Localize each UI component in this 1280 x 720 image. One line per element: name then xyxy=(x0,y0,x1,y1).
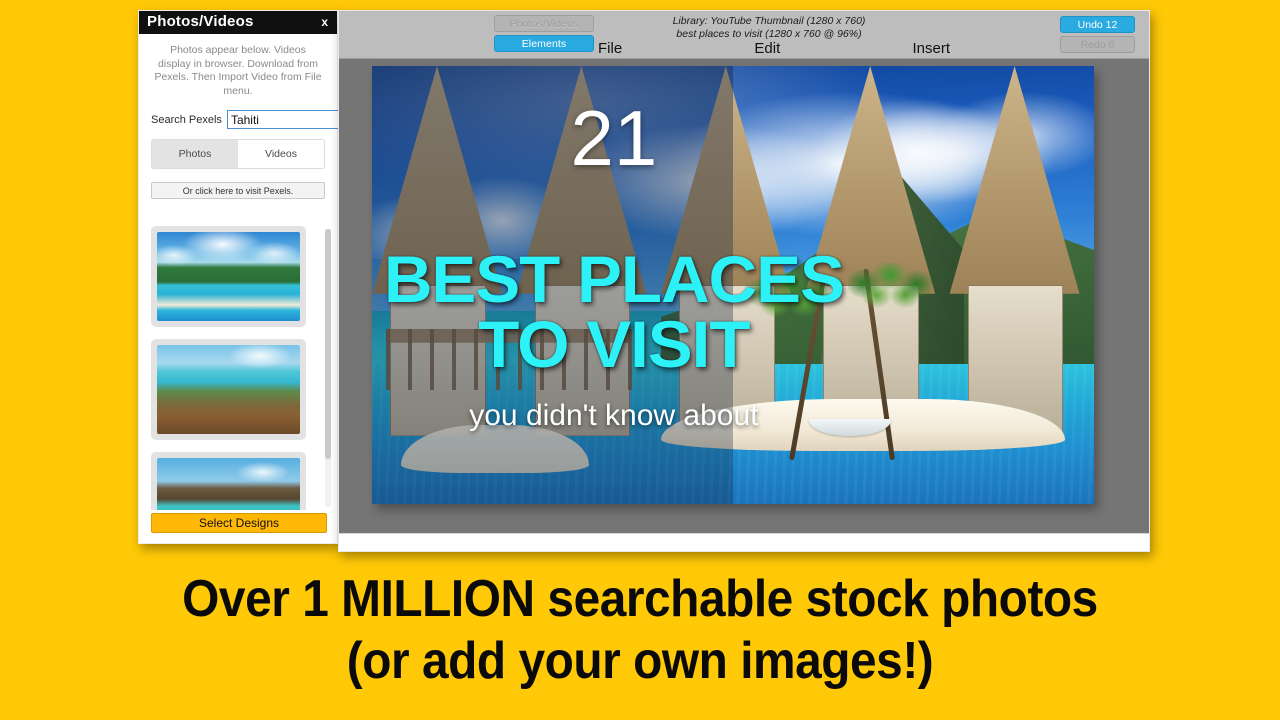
canvas-workspace[interactable]: 21 BEST PLACES TO VISIT you didn't know … xyxy=(339,59,1149,535)
media-tab-photos[interactable]: Photos xyxy=(152,140,238,168)
list-item[interactable] xyxy=(151,339,306,440)
status-bar xyxy=(339,533,1149,551)
list-item[interactable] xyxy=(151,226,306,327)
menu-bar: File Edit Insert xyxy=(594,40,954,57)
thumbnail-number[interactable]: 21 xyxy=(372,97,856,179)
panel-title: Photos/Videos xyxy=(147,13,254,30)
media-type-toggle: Photos Videos xyxy=(151,139,325,169)
menu-file[interactable]: File xyxy=(594,40,626,57)
tab-photos-videos[interactable]: Photos/Videos xyxy=(494,15,594,32)
thumbnail-image[interactable] xyxy=(157,458,300,510)
scrollbar-thumb[interactable] xyxy=(325,229,331,459)
select-designs-button[interactable]: Select Designs xyxy=(151,513,327,533)
search-row: Search Pexels xyxy=(151,110,390,129)
redo-button[interactable]: Redo 0 xyxy=(1060,36,1135,53)
thumbnail-subtitle[interactable]: you didn't know about xyxy=(372,399,856,433)
menu-insert[interactable]: Insert xyxy=(908,40,954,57)
caption-line-2: (or add your own images!) xyxy=(346,632,934,690)
photos-videos-panel: Photos/Videos x Photos appear below. Vid… xyxy=(138,10,390,544)
library-info: Library: YouTube Thumbnail (1280 x 760) … xyxy=(604,15,934,41)
panel-titlebar: Photos/Videos x xyxy=(139,11,337,34)
list-item[interactable] xyxy=(151,452,306,510)
undo-button[interactable]: Undo 12 xyxy=(1060,16,1135,33)
thumbnail-image[interactable] xyxy=(157,345,300,434)
tab-elements[interactable]: Elements xyxy=(494,35,594,52)
thumbnail-scrollbar[interactable] xyxy=(325,229,331,507)
thumbnail-text-overlay[interactable]: 21 BEST PLACES TO VISIT you didn't know … xyxy=(372,66,1094,504)
search-label: Search Pexels xyxy=(151,113,222,126)
thumbnail-headline-line2[interactable]: TO VISIT xyxy=(372,311,861,377)
close-icon[interactable]: x xyxy=(321,15,328,29)
thumbnail-list[interactable] xyxy=(151,226,327,510)
editor-toolbar: Photos/Videos Elements Library: YouTube … xyxy=(339,11,1149,59)
editor-window: Photos/Videos Elements Library: YouTube … xyxy=(338,10,1150,552)
thumbnail-image[interactable] xyxy=(157,232,300,321)
pane-tab-group: Photos/Videos Elements xyxy=(494,15,594,55)
library-title: Library: YouTube Thumbnail (1280 x 760) xyxy=(672,15,866,27)
caption-line-1: Over 1 MILLION searchable stock photos xyxy=(182,570,1098,628)
promo-caption: Over 1 MILLION searchable stock photos (… xyxy=(0,568,1280,692)
menu-edit[interactable]: Edit xyxy=(750,40,784,57)
design-canvas[interactable]: 21 BEST PLACES TO VISIT you didn't know … xyxy=(372,66,1094,504)
media-tab-videos[interactable]: Videos xyxy=(238,140,324,168)
history-button-group: Undo 12 Redo 0 xyxy=(1060,16,1135,56)
visit-pexels-link[interactable]: Or click here to visit Pexels. xyxy=(151,182,325,199)
thumbnail-headline-line1[interactable]: BEST PLACES xyxy=(372,246,861,312)
panel-help-text: Photos appear below. Videos display in b… xyxy=(154,44,322,97)
